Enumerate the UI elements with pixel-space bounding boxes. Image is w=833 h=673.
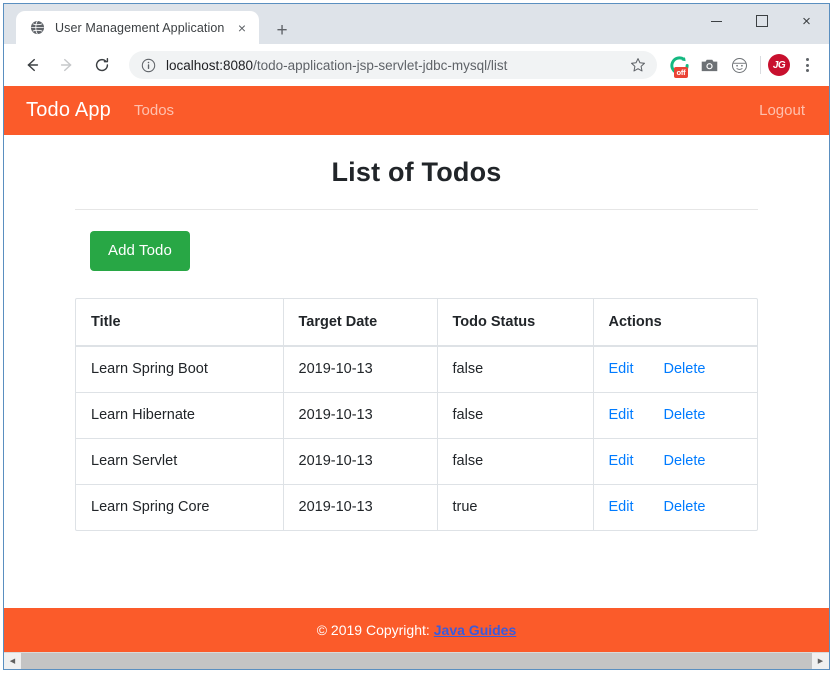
- edit-link[interactable]: Edit: [609, 361, 634, 377]
- cell-target-date: 2019-10-13: [283, 484, 437, 530]
- site-footer: © 2019 Copyright: Java Guides: [4, 608, 829, 652]
- delete-link[interactable]: Delete: [664, 453, 706, 469]
- browser-window-screenshot: User Management Application × + ×: [0, 0, 833, 673]
- todos-table-container: Title Target Date Todo Status Actions Le…: [75, 298, 758, 531]
- table-row: Learn Servlet 2019-10-13 false Edit Delet…: [76, 438, 757, 484]
- url-text: localhost:8080/todo-application-jsp-serv…: [166, 58, 627, 73]
- add-todo-toolbar: Add Todo: [4, 210, 829, 271]
- cell-status: false: [437, 438, 593, 484]
- browser-tab-active[interactable]: User Management Application ×: [16, 11, 259, 44]
- cell-actions: Edit Delete: [593, 346, 757, 392]
- info-circle-icon[interactable]: [140, 57, 156, 73]
- table-header: Title Target Date Todo Status Actions: [76, 299, 757, 346]
- page-viewport: Todo App Todos Logout List of Todos Add …: [4, 86, 829, 669]
- cell-title: Learn Spring Boot: [76, 346, 283, 392]
- table-header-row: Title Target Date Todo Status Actions: [76, 299, 757, 346]
- address-bar[interactable]: localhost:8080/todo-application-jsp-serv…: [129, 51, 657, 79]
- browser-window: User Management Application × + ×: [3, 3, 830, 670]
- cell-actions: Edit Delete: [593, 484, 757, 530]
- url-host: localhost:8080: [166, 58, 253, 73]
- new-tab-button[interactable]: +: [270, 18, 294, 42]
- cell-target-date: 2019-10-13: [283, 346, 437, 392]
- url-path: /todo-application-jsp-servlet-jdbc-mysql…: [253, 58, 507, 73]
- tab-strip: User Management Application × + ×: [4, 4, 829, 44]
- table-row: Learn Spring Boot 2019-10-13 false Edit D…: [76, 346, 757, 392]
- cell-status: true: [437, 484, 593, 530]
- footer-brand-link[interactable]: Java Guides: [434, 622, 517, 638]
- kebab-menu-icon[interactable]: [794, 52, 820, 78]
- cell-status: false: [437, 392, 593, 438]
- scroll-left-arrow-icon[interactable]: ◀: [4, 653, 21, 669]
- extension-toggle-icon[interactable]: off: [665, 51, 693, 79]
- column-header-target-date: Target Date: [283, 299, 437, 346]
- scroll-right-arrow-icon[interactable]: ▶: [812, 653, 829, 669]
- screenshot-camera-icon[interactable]: [695, 51, 723, 79]
- delete-link[interactable]: Delete: [664, 361, 706, 377]
- close-tab-icon[interactable]: ×: [233, 19, 251, 37]
- delete-link[interactable]: Delete: [664, 499, 706, 515]
- extension-off-badge: off: [674, 67, 688, 79]
- cell-actions: Edit Delete: [593, 438, 757, 484]
- emoji-face-icon[interactable]: [725, 51, 753, 79]
- scrollbar-track[interactable]: [21, 653, 812, 669]
- delete-link[interactable]: Delete: [664, 407, 706, 423]
- scrollbar-thumb[interactable]: [21, 653, 812, 669]
- cell-actions: Edit Delete: [593, 392, 757, 438]
- column-header-actions: Actions: [593, 299, 757, 346]
- page-content: List of Todos Add Todo Title: [4, 135, 829, 608]
- avatar[interactable]: JG: [768, 54, 790, 76]
- cell-title: Learn Hibernate: [76, 392, 283, 438]
- nav-link-logout[interactable]: Logout: [759, 102, 805, 119]
- web-page: Todo App Todos Logout List of Todos Add …: [4, 86, 829, 652]
- nav-link-todos[interactable]: Todos: [134, 102, 174, 119]
- cell-title: Learn Servlet: [76, 438, 283, 484]
- table-body: Learn Spring Boot 2019-10-13 false Edit D…: [76, 346, 757, 530]
- cell-title: Learn Spring Core: [76, 484, 283, 530]
- bookmark-star-icon[interactable]: [627, 54, 649, 76]
- todos-table: Title Target Date Todo Status Actions Le…: [76, 299, 757, 530]
- edit-link[interactable]: Edit: [609, 453, 634, 469]
- table-row: Learn Spring Core 2019-10-13 true Edit De…: [76, 484, 757, 530]
- toolbar-divider: [760, 56, 761, 74]
- back-button-icon[interactable]: [18, 51, 46, 79]
- table-row: Learn Hibernate 2019-10-13 false Edit Del…: [76, 392, 757, 438]
- minimize-window-button[interactable]: [694, 4, 739, 38]
- column-header-title: Title: [76, 299, 283, 346]
- page-title: List of Todos: [4, 157, 829, 188]
- window-controls: ×: [694, 4, 829, 38]
- tab-title: User Management Application: [55, 21, 233, 35]
- cell-target-date: 2019-10-13: [283, 438, 437, 484]
- site-navbar: Todo App Todos Logout: [4, 86, 829, 135]
- horizontal-scrollbar[interactable]: ◀ ▶: [4, 652, 829, 669]
- edit-link[interactable]: Edit: [609, 499, 634, 515]
- maximize-window-button[interactable]: [739, 4, 784, 38]
- globe-icon: [29, 19, 46, 36]
- edit-link[interactable]: Edit: [609, 407, 634, 423]
- cell-status: false: [437, 346, 593, 392]
- add-todo-button[interactable]: Add Todo: [90, 231, 190, 271]
- reload-button-icon[interactable]: [88, 51, 116, 79]
- browser-toolbar: localhost:8080/todo-application-jsp-serv…: [4, 44, 829, 86]
- cell-target-date: 2019-10-13: [283, 392, 437, 438]
- column-header-todo-status: Todo Status: [437, 299, 593, 346]
- footer-copyright: © 2019 Copyright:: [317, 622, 430, 638]
- forward-button-icon: [53, 51, 81, 79]
- close-window-button[interactable]: ×: [784, 4, 829, 38]
- navbar-brand[interactable]: Todo App: [26, 99, 111, 122]
